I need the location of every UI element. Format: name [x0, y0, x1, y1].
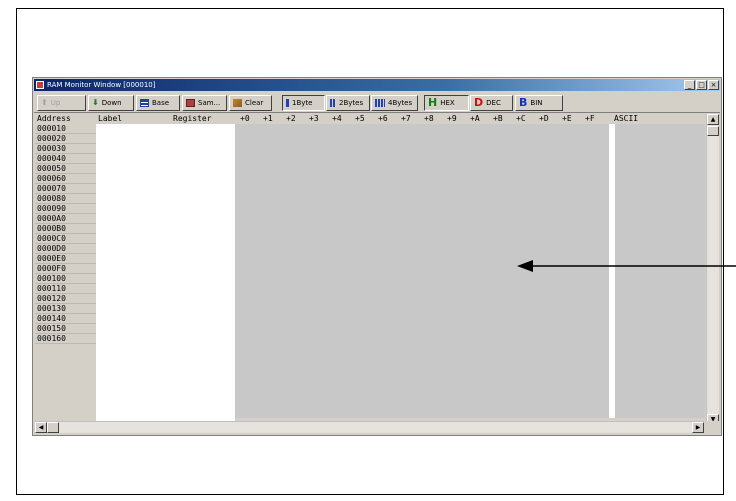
one-byte-label: 1Byte [292, 99, 313, 107]
vertical-scroll-thumb[interactable] [707, 126, 719, 136]
bin-icon: B [519, 96, 528, 109]
hex-button[interactable]: H HEX [424, 95, 469, 111]
address-cell[interactable]: 000040 [35, 154, 96, 164]
base-icon [140, 99, 149, 107]
address-cell[interactable]: 0000D0 [35, 244, 96, 254]
horizontal-scroll-thumb[interactable] [47, 422, 59, 433]
four-bytes-label: 4Bytes [388, 99, 413, 107]
address-cell[interactable]: 0000E0 [35, 254, 96, 264]
address-cell[interactable]: 0000A0 [35, 214, 96, 224]
offset-header: +4 [332, 114, 342, 123]
down-button-label: Down [101, 99, 122, 107]
address-cell[interactable]: 000110 [35, 284, 96, 294]
up-button[interactable]: ⬆ Up [37, 95, 86, 111]
base-button[interactable]: Base [136, 95, 180, 111]
clear-icon [233, 99, 242, 107]
vertical-scrollbar[interactable]: ▲ ▼ [706, 114, 719, 425]
address-cell[interactable]: 000130 [35, 304, 96, 314]
two-bytes-label: 2Bytes [339, 99, 364, 107]
clear-button-label: Clear [245, 99, 264, 107]
offset-header: +7 [401, 114, 411, 123]
window-title: RAM Monitor Window [000010] [47, 81, 156, 89]
offset-header: +E [562, 114, 572, 123]
address-cell[interactable]: 000080 [35, 194, 96, 204]
close-button[interactable]: × [708, 80, 719, 90]
scroll-right-button[interactable]: ▶ [692, 422, 704, 433]
offset-header: +8 [424, 114, 434, 123]
title-bar[interactable]: RAM Monitor Window [000010] _ □ × [34, 79, 720, 91]
up-arrow-icon: ⬆ [41, 98, 48, 107]
dec-button[interactable]: D DEC [470, 95, 513, 111]
offset-header: +3 [309, 114, 319, 123]
address-cell[interactable]: 000150 [35, 324, 96, 334]
address-cell[interactable]: 000050 [35, 164, 96, 174]
scroll-left-button[interactable]: ◀ [35, 422, 47, 433]
down-arrow-icon: ⬇ [92, 98, 99, 107]
offset-header: +5 [355, 114, 365, 123]
address-header[interactable]: Address [37, 114, 71, 124]
ram-monitor-window: RAM Monitor Window [000010] _ □ × ⬆ Up ⬇… [32, 77, 722, 436]
address-cell[interactable]: 000140 [35, 314, 96, 324]
ascii-header: ASCII [614, 114, 639, 123]
address-cell[interactable]: 000010 [35, 124, 96, 134]
one-byte-icon [286, 99, 289, 107]
memory-data-area[interactable] [235, 124, 609, 418]
offset-header: +F [585, 114, 595, 123]
offset-header: +6 [378, 114, 388, 123]
address-cell[interactable]: 000020 [35, 134, 96, 144]
bin-button[interactable]: B BIN [515, 95, 563, 111]
four-bytes-icon [375, 99, 385, 107]
offset-header: +C [516, 114, 526, 123]
sample-button-label: Sam... [198, 99, 221, 107]
dec-icon: D [474, 96, 484, 109]
address-cell[interactable]: 000090 [35, 204, 96, 214]
hex-label: HEX [440, 99, 455, 107]
clear-button[interactable]: Clear [229, 95, 272, 111]
bin-label: BIN [530, 99, 543, 107]
offset-header: +1 [263, 114, 273, 123]
address-cell[interactable]: 0000B0 [35, 224, 96, 234]
maximize-button[interactable]: □ [696, 80, 707, 90]
offset-header: +D [539, 114, 549, 123]
offset-header: +0 [240, 114, 250, 123]
address-cell[interactable]: 000160 [35, 334, 96, 344]
up-button-label: Up [50, 99, 61, 107]
address-cell[interactable]: 000030 [35, 144, 96, 154]
offset-header: +2 [286, 114, 296, 123]
dec-label: DEC [486, 99, 501, 107]
sample-button[interactable]: Sam... [182, 95, 227, 111]
base-button-label: Base [152, 99, 170, 107]
ascii-area[interactable] [615, 124, 705, 418]
address-cell[interactable]: 000060 [35, 174, 96, 184]
app-icon [36, 81, 44, 89]
label-header[interactable]: Label [98, 114, 122, 124]
horizontal-scrollbar[interactable]: ◀ ▶ [35, 421, 704, 433]
minimize-button[interactable]: _ [684, 80, 695, 90]
toolbar: ⬆ Up ⬇ Down Base Sam... Clear 1Byte 2Byt… [34, 92, 720, 113]
address-cell[interactable]: 000100 [35, 274, 96, 284]
four-bytes-button[interactable]: 4Bytes [371, 95, 418, 111]
down-button[interactable]: ⬇ Down [88, 95, 134, 111]
resize-grip[interactable] [706, 421, 719, 433]
two-bytes-icon [330, 99, 336, 107]
sample-icon [186, 99, 195, 107]
two-bytes-button[interactable]: 2Bytes [326, 95, 370, 111]
register-header[interactable]: Register [173, 114, 212, 124]
column-header: Address Label Register +0 +1 +2 +3 +4 +5… [34, 114, 705, 124]
address-cell[interactable]: 000070 [35, 184, 96, 194]
offset-header: +A [470, 114, 480, 123]
hex-icon: H [428, 96, 438, 109]
address-cell[interactable]: 0000F0 [35, 264, 96, 274]
label-register-pane[interactable] [96, 124, 235, 425]
address-cell[interactable]: 000120 [35, 294, 96, 304]
one-byte-button[interactable]: 1Byte [282, 95, 325, 111]
window-controls: _ □ × [684, 80, 719, 90]
address-cell[interactable]: 0000C0 [35, 234, 96, 244]
offset-header: +9 [447, 114, 457, 123]
scroll-up-button[interactable]: ▲ [707, 114, 719, 125]
offset-header: +B [493, 114, 503, 123]
address-column: 000010 000020 000030 000040 000050 00006… [35, 124, 96, 425]
